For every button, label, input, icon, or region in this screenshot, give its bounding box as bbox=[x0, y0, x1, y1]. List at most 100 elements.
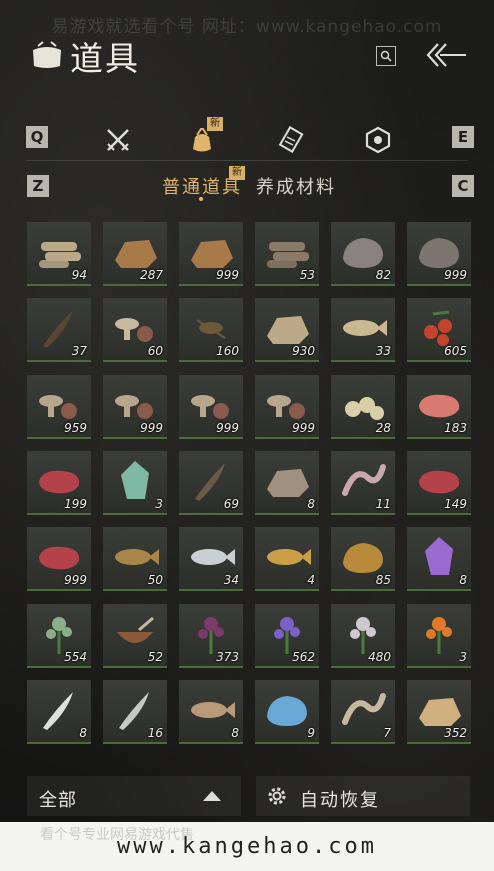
auto-restore-button[interactable]: 自动恢复 bbox=[256, 776, 470, 816]
item-slot[interactable]: 999 bbox=[179, 222, 243, 286]
item-slot[interactable]: 999 bbox=[103, 374, 167, 439]
item-count: 34 bbox=[223, 573, 239, 588]
item-slot[interactable]: 69 bbox=[179, 450, 243, 515]
search-button[interactable] bbox=[376, 46, 396, 66]
item-slot[interactable]: 3 bbox=[103, 450, 167, 515]
item-slot[interactable]: 60 bbox=[103, 298, 167, 363]
item-count: 8 bbox=[79, 725, 87, 740]
item-count: 562 bbox=[292, 649, 315, 664]
item-slot[interactable]: 930 bbox=[255, 298, 319, 363]
item-count: 8 bbox=[307, 496, 315, 511]
item-slot[interactable]: 149 bbox=[407, 450, 471, 515]
item-slot[interactable]: 85 bbox=[331, 527, 395, 592]
key-c-hint[interactable]: C bbox=[452, 175, 474, 197]
item-slot[interactable]: 562 bbox=[255, 603, 319, 668]
item-count: 8 bbox=[231, 725, 239, 740]
blue-ore-icon bbox=[267, 695, 307, 726]
item-slot[interactable]: 16 bbox=[103, 679, 167, 744]
item-slot[interactable]: 3 bbox=[407, 603, 471, 668]
item-slot[interactable]: 999 bbox=[407, 222, 471, 286]
item-slot[interactable]: 554 bbox=[27, 603, 91, 668]
item-slot[interactable]: 82 bbox=[331, 222, 395, 286]
item-count: 60 bbox=[147, 344, 163, 359]
item-slot[interactable]: 373 bbox=[179, 603, 243, 668]
key-q-hint[interactable]: Q bbox=[26, 126, 48, 148]
pufferfish-icon bbox=[191, 701, 235, 718]
auto-restore-label: 自动恢复 bbox=[300, 790, 380, 811]
item-slot[interactable]: 959 bbox=[27, 374, 91, 439]
item-slot[interactable]: 52 bbox=[103, 603, 167, 668]
item-count: 69 bbox=[223, 496, 239, 511]
tab-emblems[interactable] bbox=[362, 124, 394, 156]
tab-scrolls[interactable] bbox=[276, 124, 308, 156]
item-count: 160 bbox=[216, 344, 239, 359]
filter-dropdown[interactable]: 全部 bbox=[27, 776, 241, 816]
item-slot[interactable]: 34 bbox=[179, 527, 243, 592]
back-button[interactable] bbox=[424, 40, 468, 70]
item-count: 480 bbox=[368, 649, 391, 664]
item-count: 16 bbox=[147, 725, 163, 740]
item-slot[interactable]: 183 bbox=[407, 374, 471, 439]
item-slot[interactable]: 53 bbox=[255, 222, 319, 286]
item-slot[interactable]: 999 bbox=[179, 374, 243, 439]
search-icon bbox=[380, 50, 392, 62]
subtab-materials[interactable]: 养成材料 bbox=[256, 173, 336, 199]
emblem-icon bbox=[365, 126, 391, 154]
item-slot[interactable]: 480 bbox=[331, 603, 395, 668]
item-count: 999 bbox=[140, 420, 163, 435]
tab-divider bbox=[26, 160, 468, 161]
item-slot[interactable]: 50 bbox=[103, 527, 167, 592]
item-count: 4 bbox=[307, 573, 315, 588]
item-count: 3 bbox=[459, 649, 467, 664]
item-slot[interactable]: 287 bbox=[103, 222, 167, 286]
footer: 全部 自动恢复 bbox=[0, 770, 494, 820]
item-count: 287 bbox=[140, 268, 163, 282]
item-slot[interactable]: 999 bbox=[255, 374, 319, 439]
item-count: 199 bbox=[64, 496, 87, 511]
item-count: 554 bbox=[64, 649, 87, 664]
item-slot[interactable]: 94 bbox=[27, 222, 91, 286]
item-slot[interactable]: 605 bbox=[407, 298, 471, 363]
key-e-hint[interactable]: E bbox=[452, 126, 474, 148]
item-slot[interactable]: 28 bbox=[331, 374, 395, 439]
item-slot[interactable]: 8 bbox=[179, 679, 243, 744]
goldfish-icon bbox=[267, 549, 311, 566]
item-slot[interactable]: 7 bbox=[331, 679, 395, 744]
item-count: 352 bbox=[444, 725, 467, 740]
key-z-hint[interactable]: Z bbox=[27, 175, 49, 197]
tab-weapons[interactable] bbox=[102, 124, 134, 156]
item-slot[interactable]: 8 bbox=[407, 527, 471, 592]
header: 道具 bbox=[0, 0, 494, 100]
item-slot[interactable]: 160 bbox=[179, 298, 243, 363]
item-slot[interactable]: 4 bbox=[255, 527, 319, 592]
crossed-swords-icon bbox=[107, 129, 129, 151]
item-count: 94 bbox=[71, 268, 87, 282]
item-slot[interactable]: 199 bbox=[27, 450, 91, 515]
item-slot[interactable]: 11 bbox=[331, 450, 395, 515]
crystal-icon bbox=[425, 537, 453, 576]
item-slot[interactable]: 999 bbox=[27, 527, 91, 592]
item-count: 3 bbox=[155, 496, 163, 511]
caret-up-icon bbox=[203, 791, 221, 801]
category-tabbar: Q 新 E bbox=[26, 116, 476, 162]
item-count: 999 bbox=[216, 420, 239, 435]
item-count: 52 bbox=[147, 649, 163, 664]
item-slot[interactable]: 33 bbox=[331, 298, 395, 363]
item-count: 7 bbox=[383, 725, 391, 740]
item-slot[interactable]: 352 bbox=[407, 679, 471, 744]
item-slot[interactable]: 9 bbox=[255, 679, 319, 744]
white-feather-icon bbox=[43, 691, 73, 730]
item-count: 33 bbox=[375, 344, 391, 359]
item-slot[interactable]: 37 bbox=[27, 298, 91, 363]
bone-icon bbox=[342, 692, 386, 725]
item-count: 999 bbox=[292, 420, 315, 435]
item-slot[interactable]: 8 bbox=[27, 679, 91, 744]
item-slot[interactable]: 8 bbox=[255, 450, 319, 515]
item-count: 930 bbox=[292, 344, 315, 359]
item-count: 50 bbox=[147, 573, 163, 588]
item-count: 605 bbox=[444, 344, 467, 359]
watermark-bottom-banner: 看个号专业网易游戏代售 www.kangehao.com bbox=[0, 822, 494, 871]
item-count: 183 bbox=[444, 420, 467, 435]
item-count: 999 bbox=[444, 268, 467, 282]
item-count: 85 bbox=[375, 573, 391, 588]
